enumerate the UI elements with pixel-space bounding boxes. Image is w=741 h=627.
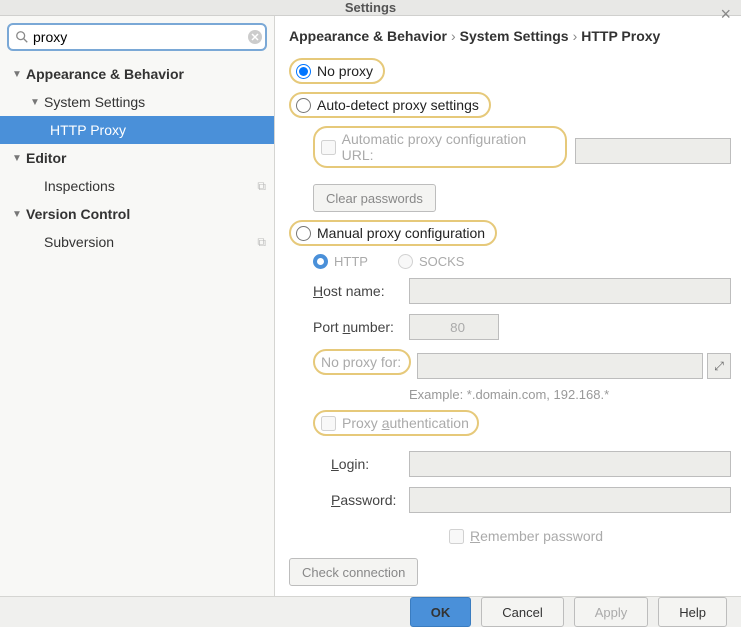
tree-system-settings[interactable]: ▼System Settings bbox=[0, 88, 274, 116]
sidebar: ▼Appearance & Behavior ▼System Settings … bbox=[0, 16, 275, 596]
tree-appearance-behavior[interactable]: ▼Appearance & Behavior bbox=[0, 60, 274, 88]
chevron-down-icon: ▼ bbox=[12, 153, 22, 164]
search-icon bbox=[15, 30, 29, 44]
window-title: Settings bbox=[345, 0, 396, 15]
apply-button[interactable]: Apply bbox=[574, 597, 649, 627]
breadcrumb: Appearance & Behavior›System Settings›HT… bbox=[289, 28, 731, 44]
radio-manual[interactable]: Manual proxy configuration bbox=[289, 220, 497, 246]
example-text: Example: *.domain.com, 192.168.* bbox=[409, 387, 731, 402]
tree-version-control[interactable]: ▼Version Control bbox=[0, 200, 274, 228]
radio-no-proxy[interactable]: No proxy bbox=[289, 58, 385, 84]
radio-socks-input[interactable] bbox=[398, 254, 413, 269]
settings-tree: ▼Appearance & Behavior ▼System Settings … bbox=[0, 58, 274, 256]
password-input[interactable] bbox=[409, 487, 731, 513]
port-input[interactable] bbox=[409, 314, 499, 340]
radio-socks[interactable]: SOCKS bbox=[398, 254, 465, 269]
help-button[interactable]: Help bbox=[658, 597, 727, 627]
host-label: Host name: bbox=[313, 283, 409, 299]
profile-icon: ⧉ bbox=[257, 179, 266, 194]
content-pane: Appearance & Behavior›System Settings›HT… bbox=[275, 16, 741, 596]
tree-http-proxy[interactable]: HTTP Proxy bbox=[0, 116, 274, 144]
no-proxy-for-label: No proxy for: bbox=[313, 349, 411, 375]
login-label: Login: bbox=[331, 456, 409, 472]
search-field[interactable] bbox=[7, 23, 267, 51]
checkbox-auth[interactable]: Proxy authentication bbox=[313, 410, 479, 436]
expand-icon[interactable]: ⤢ bbox=[707, 353, 731, 379]
password-label: Password: bbox=[331, 492, 409, 508]
search-input[interactable] bbox=[29, 29, 247, 45]
chevron-right-icon: › bbox=[451, 28, 456, 44]
radio-auto-detect[interactable]: Auto-detect proxy settings bbox=[289, 92, 491, 118]
login-input[interactable] bbox=[409, 451, 731, 477]
port-label: Port number: bbox=[313, 319, 409, 335]
footer: OK Cancel Apply Help bbox=[0, 597, 741, 627]
host-input[interactable] bbox=[409, 278, 731, 304]
no-proxy-for-input[interactable] bbox=[417, 353, 703, 379]
checkbox-auto-url[interactable]: Automatic proxy configuration URL: bbox=[313, 126, 567, 168]
close-icon[interactable]: × bbox=[720, 4, 731, 25]
radio-http[interactable]: HTTP bbox=[313, 254, 368, 269]
chevron-down-icon: ▼ bbox=[30, 97, 40, 108]
main: ▼Appearance & Behavior ▼System Settings … bbox=[0, 16, 741, 597]
titlebar: Settings × bbox=[0, 0, 741, 16]
clear-icon[interactable] bbox=[247, 29, 263, 45]
checkbox-remember[interactable] bbox=[449, 529, 464, 544]
chevron-down-icon: ▼ bbox=[12, 69, 22, 80]
tree-subversion[interactable]: ▼Subversion⧉ bbox=[0, 228, 274, 256]
clear-passwords-button[interactable]: Clear passwords bbox=[313, 184, 436, 212]
tree-editor[interactable]: ▼Editor bbox=[0, 144, 274, 172]
checkbox-auth-input[interactable] bbox=[321, 416, 336, 431]
radio-no-proxy-input[interactable] bbox=[296, 64, 311, 79]
radio-auto-detect-input[interactable] bbox=[296, 98, 311, 113]
cancel-button[interactable]: Cancel bbox=[481, 597, 563, 627]
chevron-down-icon: ▼ bbox=[12, 209, 22, 220]
check-connection-button[interactable]: Check connection bbox=[289, 558, 418, 586]
tree-inspections[interactable]: ▼Inspections⧉ bbox=[0, 172, 274, 200]
auto-url-input[interactable] bbox=[575, 138, 731, 164]
checkbox-auto-url-input[interactable] bbox=[321, 140, 336, 155]
chevron-right-icon: › bbox=[573, 28, 578, 44]
radio-dot-icon bbox=[313, 254, 328, 269]
ok-button[interactable]: OK bbox=[410, 597, 472, 627]
radio-manual-input[interactable] bbox=[296, 226, 311, 241]
profile-icon: ⧉ bbox=[257, 235, 266, 250]
